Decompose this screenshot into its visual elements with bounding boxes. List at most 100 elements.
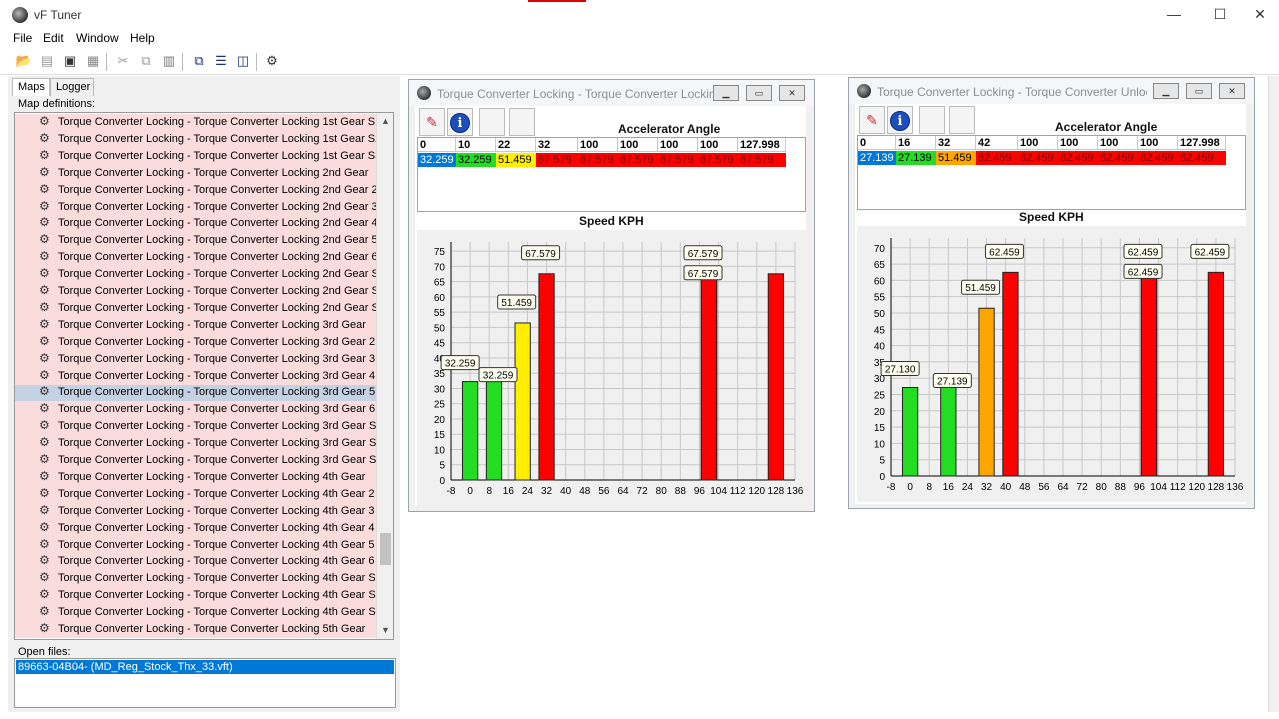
map-definitions-label: Map definitions: xyxy=(18,98,96,110)
tree-item[interactable]: ⚙ Torque Converter Locking - Torque Conve… xyxy=(15,350,377,368)
tree-item[interactable]: ⚙ Torque Converter Locking - Torque Conve… xyxy=(15,604,382,622)
open-file-icon[interactable]: ▤ xyxy=(38,53,56,69)
scroll-down-icon[interactable]: ▼ xyxy=(377,622,393,639)
x-tick-label: 56 xyxy=(598,486,610,497)
tree-item[interactable]: ⚙ Torque Converter Locking - Torque Conve… xyxy=(15,198,378,216)
tree-item[interactable]: ⚙ Torque Converter Locking - Torque Conve… xyxy=(15,147,381,165)
window-minimize-button[interactable]: ▁ xyxy=(1153,83,1179,99)
table-value-cell[interactable]: 62.459 xyxy=(1178,151,1226,165)
menu-file[interactable]: File xyxy=(13,31,32,45)
window-close-button[interactable]: ✕ xyxy=(779,85,805,101)
table-value-cell[interactable]: 32.259 xyxy=(456,153,496,167)
tree-item[interactable]: ⚙ Torque Converter Locking - Torque Conve… xyxy=(15,621,377,638)
save-icon[interactable]: ▣ xyxy=(61,53,79,69)
info-icon[interactable]: i xyxy=(887,106,913,134)
tree-item[interactable]: ⚙ Torque Converter Locking - Torque Conve… xyxy=(15,485,377,503)
table-header-cell: 0 xyxy=(418,138,456,152)
table-value-cell[interactable]: 67.579 xyxy=(658,153,698,167)
scroll-up-icon[interactable]: ▲ xyxy=(377,113,393,130)
minimize-button[interactable]: — xyxy=(1151,4,1197,26)
maximize-button[interactable]: ☐ xyxy=(1197,4,1243,26)
color-palette-icon[interactable]: ✎ xyxy=(859,106,885,134)
tree-item[interactable]: ⚙ Torque Converter Locking - Torque Conve… xyxy=(15,232,378,250)
scrollbar-thumb[interactable] xyxy=(380,533,391,565)
table-value-cell[interactable]: 67.579 xyxy=(738,153,786,167)
tab-maps[interactable]: Maps xyxy=(12,78,50,96)
tree-item[interactable]: ⚙ Torque Converter Locking - Torque Conve… xyxy=(15,435,382,453)
blank-page-icon[interactable] xyxy=(479,108,505,136)
tree-item[interactable]: ⚙ Torque Converter Locking - Torque Conve… xyxy=(15,181,378,199)
close-button[interactable]: ✕ xyxy=(1243,4,1277,26)
save-as-icon[interactable]: ▦ xyxy=(84,53,102,69)
open-file-item[interactable]: 89663-04B04- (MD_Reg_Stock_Thx_33.vft) xyxy=(16,660,394,674)
tree-item[interactable]: ⚙ Torque Converter Locking - Torque Conve… xyxy=(15,519,377,537)
table-value-cell[interactable]: 67.579 xyxy=(536,153,578,167)
table-value-cell[interactable]: 27.139 xyxy=(858,151,896,165)
table-value-cell[interactable]: 67.579 xyxy=(618,153,658,167)
settings-gear-icon[interactable]: ⚙ xyxy=(263,53,281,69)
window-restore-button[interactable]: ▭ xyxy=(746,85,772,101)
blank-page-icon[interactable] xyxy=(509,108,535,136)
tree-item[interactable]: ⚙ Torque Converter Locking - Torque Conve… xyxy=(15,367,377,385)
tree-item[interactable]: ⚙ Torque Converter Locking - Torque Conve… xyxy=(15,316,377,334)
blank-page-icon[interactable] xyxy=(949,106,975,134)
color-palette-icon[interactable]: ✎ xyxy=(419,108,445,136)
table-value-cell[interactable]: 62.459 xyxy=(1138,151,1178,165)
workspace-scrollbar[interactable] xyxy=(1268,76,1279,712)
menu-help[interactable]: Help xyxy=(130,31,155,45)
tree-item[interactable]: ⚙ Torque Converter Locking - Torque Conve… xyxy=(15,570,382,588)
tree-item[interactable]: ⚙ Torque Converter Locking - Torque Conve… xyxy=(15,418,382,436)
table-value-cell[interactable]: 62.459 xyxy=(1098,151,1138,165)
menu-window[interactable]: Window xyxy=(76,31,119,45)
tree-item[interactable]: ⚙ Torque Converter Locking - Torque Conve… xyxy=(15,249,378,267)
table-value-cell[interactable]: 51.459 xyxy=(936,151,976,165)
table-value-cell[interactable]: 51.459 xyxy=(496,153,536,167)
tree-item[interactable]: ⚙ Torque Converter Locking - Torque Conve… xyxy=(15,384,377,402)
tree-item[interactable]: ⚙ Torque Converter Locking - Torque Conve… xyxy=(15,215,378,233)
table-value-cell[interactable]: 62.459 xyxy=(1018,151,1058,165)
table-value-cell[interactable]: 67.579 xyxy=(698,153,738,167)
map-table[interactable]: 0 32.259 10 32.259 22 51.459 32 67.579 100 67.579… xyxy=(417,137,806,212)
x-tick-label: 72 xyxy=(1077,482,1089,493)
tree-item[interactable]: ⚙ Torque Converter Locking - Torque Conve… xyxy=(15,452,382,469)
open-files-list[interactable]: 89663-04B04- (MD_Reg_Stock_Thx_33.vft) xyxy=(14,658,396,708)
tree-item[interactable]: ⚙ Torque Converter Locking - Torque Conve… xyxy=(15,333,377,351)
tree-item[interactable]: ⚙ Torque Converter Locking - Torque Conve… xyxy=(15,114,381,131)
map-definitions-tree[interactable]: ⚙ Torque Converter Locking - Torque Conve… xyxy=(14,112,394,640)
tab-logger[interactable]: Logger xyxy=(50,78,94,96)
window-minimize-button[interactable]: ▁ xyxy=(713,85,739,101)
table-header-cell: 100 xyxy=(1058,136,1098,150)
window-close-button[interactable]: ✕ xyxy=(1219,83,1245,99)
tree-scrollbar[interactable]: ▲ ▼ xyxy=(376,113,393,639)
tile-horizontal-icon[interactable]: ☰ xyxy=(212,53,230,69)
cascade-icon[interactable]: ⧉ xyxy=(190,53,208,69)
tree-item[interactable]: ⚙ Torque Converter Locking - Torque Conve… xyxy=(15,164,377,182)
info-icon[interactable]: i xyxy=(447,108,473,136)
tile-vertical-icon[interactable]: ◫ xyxy=(234,53,252,69)
map-table[interactable]: 0 27.139 16 27.139 32 51.459 42 62.459 100 62.459… xyxy=(857,135,1246,210)
tree-item[interactable]: ⚙ Torque Converter Locking - Torque Conve… xyxy=(15,401,377,419)
table-value-cell[interactable]: 67.579 xyxy=(578,153,618,167)
tree-item[interactable]: ⚙ Torque Converter Locking - Torque Conve… xyxy=(15,553,377,571)
tree-item[interactable]: ⚙ Torque Converter Locking - Torque Conve… xyxy=(15,130,381,148)
blank-page-icon[interactable] xyxy=(919,106,945,134)
paste-icon[interactable]: ▥ xyxy=(160,53,178,69)
tree-item[interactable]: ⚙ Torque Converter Locking - Torque Conve… xyxy=(15,299,385,317)
tree-item[interactable]: ⚙ Torque Converter Locking - Torque Conve… xyxy=(15,266,385,284)
table-value-cell[interactable]: 32.259 xyxy=(418,153,456,167)
table-value-cell[interactable]: 62.459 xyxy=(1058,151,1098,165)
tree-item[interactable]: ⚙ Torque Converter Locking - Torque Conve… xyxy=(15,587,382,605)
cut-icon[interactable]: ✂ xyxy=(114,53,132,69)
tree-item[interactable]: ⚙ Torque Converter Locking - Torque Conve… xyxy=(15,536,377,554)
open-folder-icon[interactable]: 📂 xyxy=(15,53,33,69)
menu-edit[interactable]: Edit xyxy=(43,31,64,45)
tree-item[interactable]: ⚙ Torque Converter Locking - Torque Conve… xyxy=(15,468,377,486)
table-value-cell[interactable]: 62.459 xyxy=(976,151,1018,165)
table-value-cell[interactable]: 27.139 xyxy=(896,151,936,165)
window-restore-button[interactable]: ▭ xyxy=(1186,83,1212,99)
map-window-locking[interactable]: Torque Converter Locking - Torque Conver… xyxy=(408,79,815,512)
copy-icon[interactable]: ⧉ xyxy=(137,53,155,69)
map-window-unlocking[interactable]: Torque Converter Locking - Torque Conver… xyxy=(848,77,1255,509)
tree-item[interactable]: ⚙ Torque Converter Locking - Torque Conve… xyxy=(15,283,385,300)
tree-item[interactable]: ⚙ Torque Converter Locking - Torque Conve… xyxy=(15,502,377,520)
